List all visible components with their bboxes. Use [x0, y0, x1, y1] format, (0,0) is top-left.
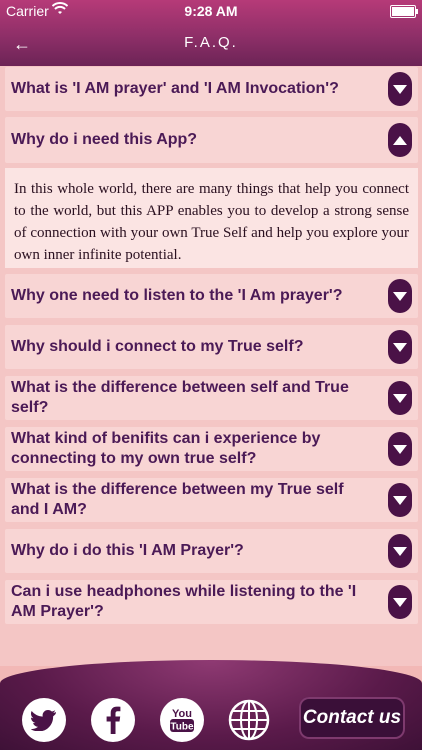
facebook-icon — [91, 698, 135, 742]
faq-item[interactable]: What is 'I AM prayer' and 'I AM Invocati… — [5, 67, 418, 111]
chevron-down-icon — [393, 394, 407, 403]
faq-question: Why one need to listen to the 'I Am pray… — [11, 287, 343, 304]
faq-item[interactable]: Why should i connect to my True self? — [5, 325, 418, 369]
expand-button[interactable] — [388, 483, 412, 517]
faq-question: Why do i do this 'I AM Prayer'? — [11, 542, 244, 559]
collapse-button[interactable] — [388, 123, 412, 157]
chevron-down-icon — [393, 85, 407, 94]
page-title: F.A.Q. — [184, 34, 238, 51]
twitter-icon — [22, 698, 66, 742]
faq-item[interactable]: Why do i do this 'I AM Prayer'? — [5, 529, 418, 573]
status-time: 9:28 AM — [184, 3, 238, 19]
faq-item[interactable]: What is the difference between self and … — [5, 376, 418, 420]
chevron-down-icon — [393, 547, 407, 556]
faq-question: Why should i connect to my True self? — [11, 338, 304, 355]
twitter-button[interactable] — [22, 698, 66, 742]
chevron-down-icon — [393, 343, 407, 352]
faq-item[interactable]: What kind of benifits can i experience b… — [5, 427, 418, 471]
expand-button[interactable] — [388, 585, 412, 619]
chevron-down-icon — [393, 445, 407, 454]
expand-button[interactable] — [388, 72, 412, 106]
battery-icon — [390, 5, 418, 18]
expand-button[interactable] — [388, 381, 412, 415]
faq-item[interactable]: What is the difference between my True s… — [5, 478, 418, 522]
faq-question: What kind of benifits can i experience b… — [11, 430, 321, 467]
faq-answer-text: In this whole world, there are many thin… — [14, 181, 409, 263]
expand-button[interactable] — [388, 432, 412, 466]
chevron-down-icon — [393, 496, 407, 505]
faq-question: What is 'I AM prayer' and 'I AM Invocati… — [11, 80, 339, 97]
footer-bar: You Tube Contact us — [0, 660, 422, 750]
faq-question: What is the difference between my True s… — [11, 481, 344, 518]
youtube-button[interactable]: You Tube — [160, 698, 204, 742]
chevron-down-icon — [393, 598, 407, 607]
faq-item[interactable]: Can i use headphones while listening to … — [5, 580, 418, 624]
status-bar: Carrier 9:28 AM — [0, 0, 422, 22]
contact-us-button[interactable]: Contact us — [299, 697, 405, 739]
faq-answer-panel: In this whole world, there are many thin… — [5, 168, 418, 268]
svg-text:Tube: Tube — [170, 722, 194, 733]
expand-button[interactable] — [388, 534, 412, 568]
faq-item[interactable]: Why do i need this App? — [5, 117, 418, 163]
chevron-down-icon — [393, 292, 407, 301]
website-button[interactable] — [227, 698, 271, 742]
faq-question: What is the difference between self and … — [11, 379, 349, 416]
expand-button[interactable] — [388, 279, 412, 313]
facebook-button[interactable] — [91, 698, 135, 742]
youtube-icon: You Tube — [160, 698, 204, 742]
faq-question: Can i use headphones while listening to … — [11, 583, 357, 620]
chevron-up-icon — [393, 136, 407, 145]
nav-header: ← F.A.Q. — [0, 22, 422, 66]
expand-button[interactable] — [388, 330, 412, 364]
faq-item[interactable]: Why one need to listen to the 'I Am pray… — [5, 274, 418, 318]
faq-question: Why do i need this App? — [11, 131, 198, 148]
svg-text:You: You — [172, 708, 192, 720]
globe-icon — [227, 698, 271, 742]
